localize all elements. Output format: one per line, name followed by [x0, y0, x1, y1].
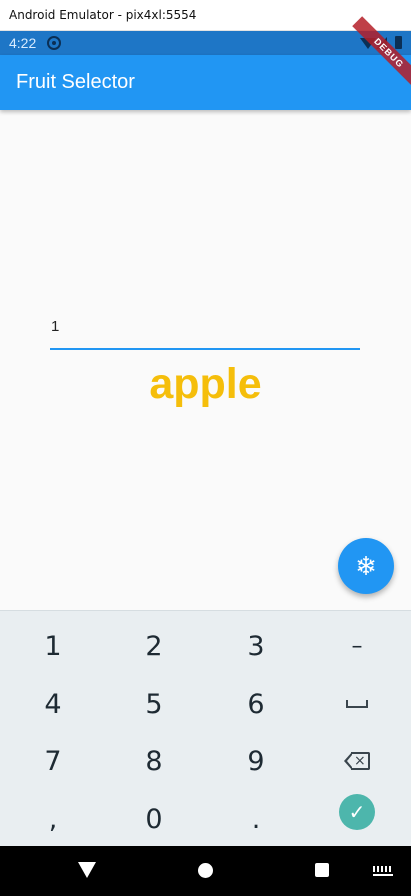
key-comma[interactable]: ,: [2, 790, 104, 848]
navigation-bar: [0, 846, 411, 896]
key-period[interactable]: .: [205, 790, 307, 848]
home-icon[interactable]: [198, 863, 213, 878]
key-6[interactable]: 6: [205, 675, 307, 733]
recents-icon[interactable]: [315, 863, 329, 877]
sync-icon: [47, 36, 61, 50]
number-input-value: 1: [51, 318, 60, 335]
key-1[interactable]: 1: [2, 617, 104, 675]
emulator-title-bar: Android Emulator - pix4xl:5554: [0, 0, 411, 31]
key-minus[interactable]: –: [306, 617, 408, 675]
back-icon[interactable]: [78, 862, 96, 878]
check-icon: ✓: [339, 794, 375, 830]
key-8[interactable]: 8: [103, 732, 205, 790]
app-bar-title: Fruit Selector: [16, 71, 135, 93]
numeric-keyboard: 1 2 3 – 4 5 6 7 8 9 × , 0 . ✓: [0, 610, 411, 846]
key-2[interactable]: 2: [103, 617, 205, 675]
page-body: 1 apple ❄: [0, 110, 411, 610]
status-time: 4:22: [9, 35, 37, 51]
space-icon: [346, 700, 368, 708]
key-backspace[interactable]: ×: [306, 732, 408, 790]
key-enter[interactable]: ✓: [306, 783, 408, 841]
key-5[interactable]: 5: [103, 675, 205, 733]
emulator-frame: Android Emulator - pix4xl:5554 4:22 DEBU…: [0, 0, 411, 896]
number-input[interactable]: 1: [50, 316, 360, 350]
key-space[interactable]: [306, 675, 408, 733]
key-9[interactable]: 9: [205, 732, 307, 790]
key-0[interactable]: 0: [103, 790, 205, 848]
snowflake-icon: ❄: [355, 550, 377, 581]
fruit-result: apple: [149, 360, 262, 408]
emulator-title: Android Emulator - pix4xl:5554: [9, 8, 197, 22]
snowflake-fab-button[interactable]: ❄: [338, 538, 394, 594]
backspace-icon: ×: [344, 752, 370, 770]
key-7[interactable]: 7: [2, 732, 104, 790]
key-3[interactable]: 3: [205, 617, 307, 675]
app-bar: Fruit Selector: [0, 55, 411, 110]
status-bar: 4:22: [0, 31, 411, 55]
key-4[interactable]: 4: [2, 675, 104, 733]
keyboard-icon[interactable]: [373, 866, 393, 876]
battery-icon: [395, 36, 402, 49]
